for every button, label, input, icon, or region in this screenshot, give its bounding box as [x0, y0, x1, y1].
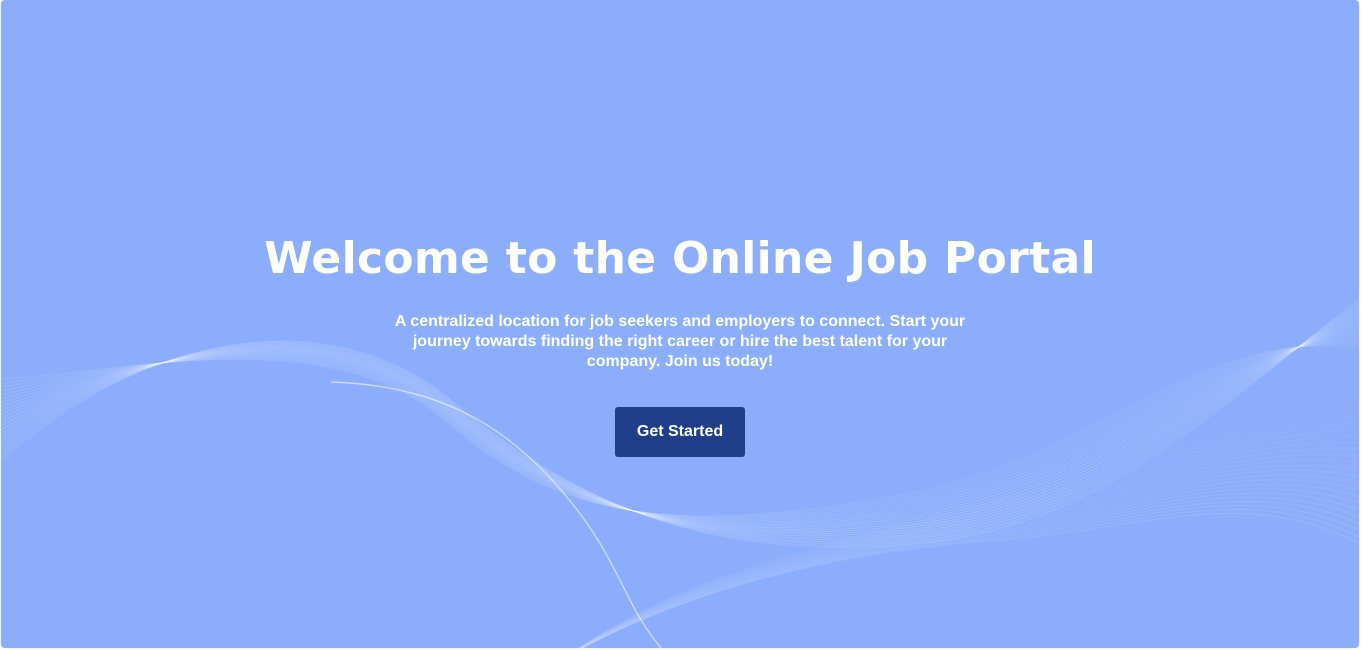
wave-line	[580, 483, 1359, 648]
hero-title: Welcome to the Online Job Portal	[264, 233, 1096, 284]
wave-line	[578, 448, 1359, 648]
wave-line	[579, 474, 1359, 648]
wave-line	[581, 509, 1359, 648]
get-started-button[interactable]: Get Started	[615, 407, 745, 457]
hero-subtitle: A centralized location for job seekers a…	[394, 313, 966, 370]
wave-line	[579, 459, 1359, 648]
wave-line	[579, 464, 1359, 648]
hero-section: Welcome to the Online Job Portal A centr…	[1, 0, 1359, 648]
hero-content: Welcome to the Online Job Portal A centr…	[1, 228, 1359, 457]
wave-line	[581, 512, 1359, 648]
